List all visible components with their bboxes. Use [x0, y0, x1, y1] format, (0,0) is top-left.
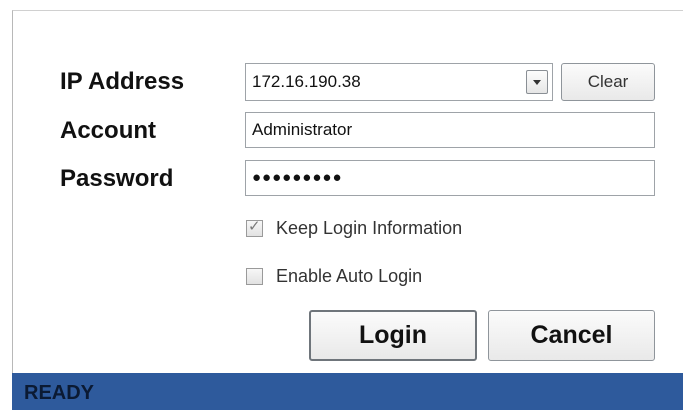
- ip-address-label: IP Address: [60, 68, 185, 95]
- auto-login-checkbox[interactable]: [246, 268, 263, 285]
- status-text: READY: [24, 382, 95, 404]
- login-button[interactable]: Login: [309, 310, 477, 361]
- ip-address-combobox[interactable]: 172.16.190.38: [245, 63, 553, 101]
- keep-login-checkbox[interactable]: ✓: [246, 218, 263, 237]
- auto-login-label[interactable]: Enable Auto Login: [276, 265, 422, 287]
- password-label: Password: [60, 165, 174, 192]
- password-field[interactable]: ●●●●●●●●●: [245, 160, 655, 196]
- cancel-button[interactable]: Cancel: [488, 310, 655, 361]
- account-field[interactable]: Administrator: [245, 112, 655, 148]
- check-icon: ✓: [248, 218, 261, 235]
- status-bar: READY: [12, 373, 683, 410]
- clear-button[interactable]: Clear: [561, 63, 655, 101]
- account-label: Account: [60, 117, 156, 144]
- ip-address-value[interactable]: 172.16.190.38: [252, 64, 361, 100]
- keep-login-label[interactable]: Keep Login Information: [276, 217, 462, 239]
- chevron-down-icon[interactable]: [526, 70, 548, 94]
